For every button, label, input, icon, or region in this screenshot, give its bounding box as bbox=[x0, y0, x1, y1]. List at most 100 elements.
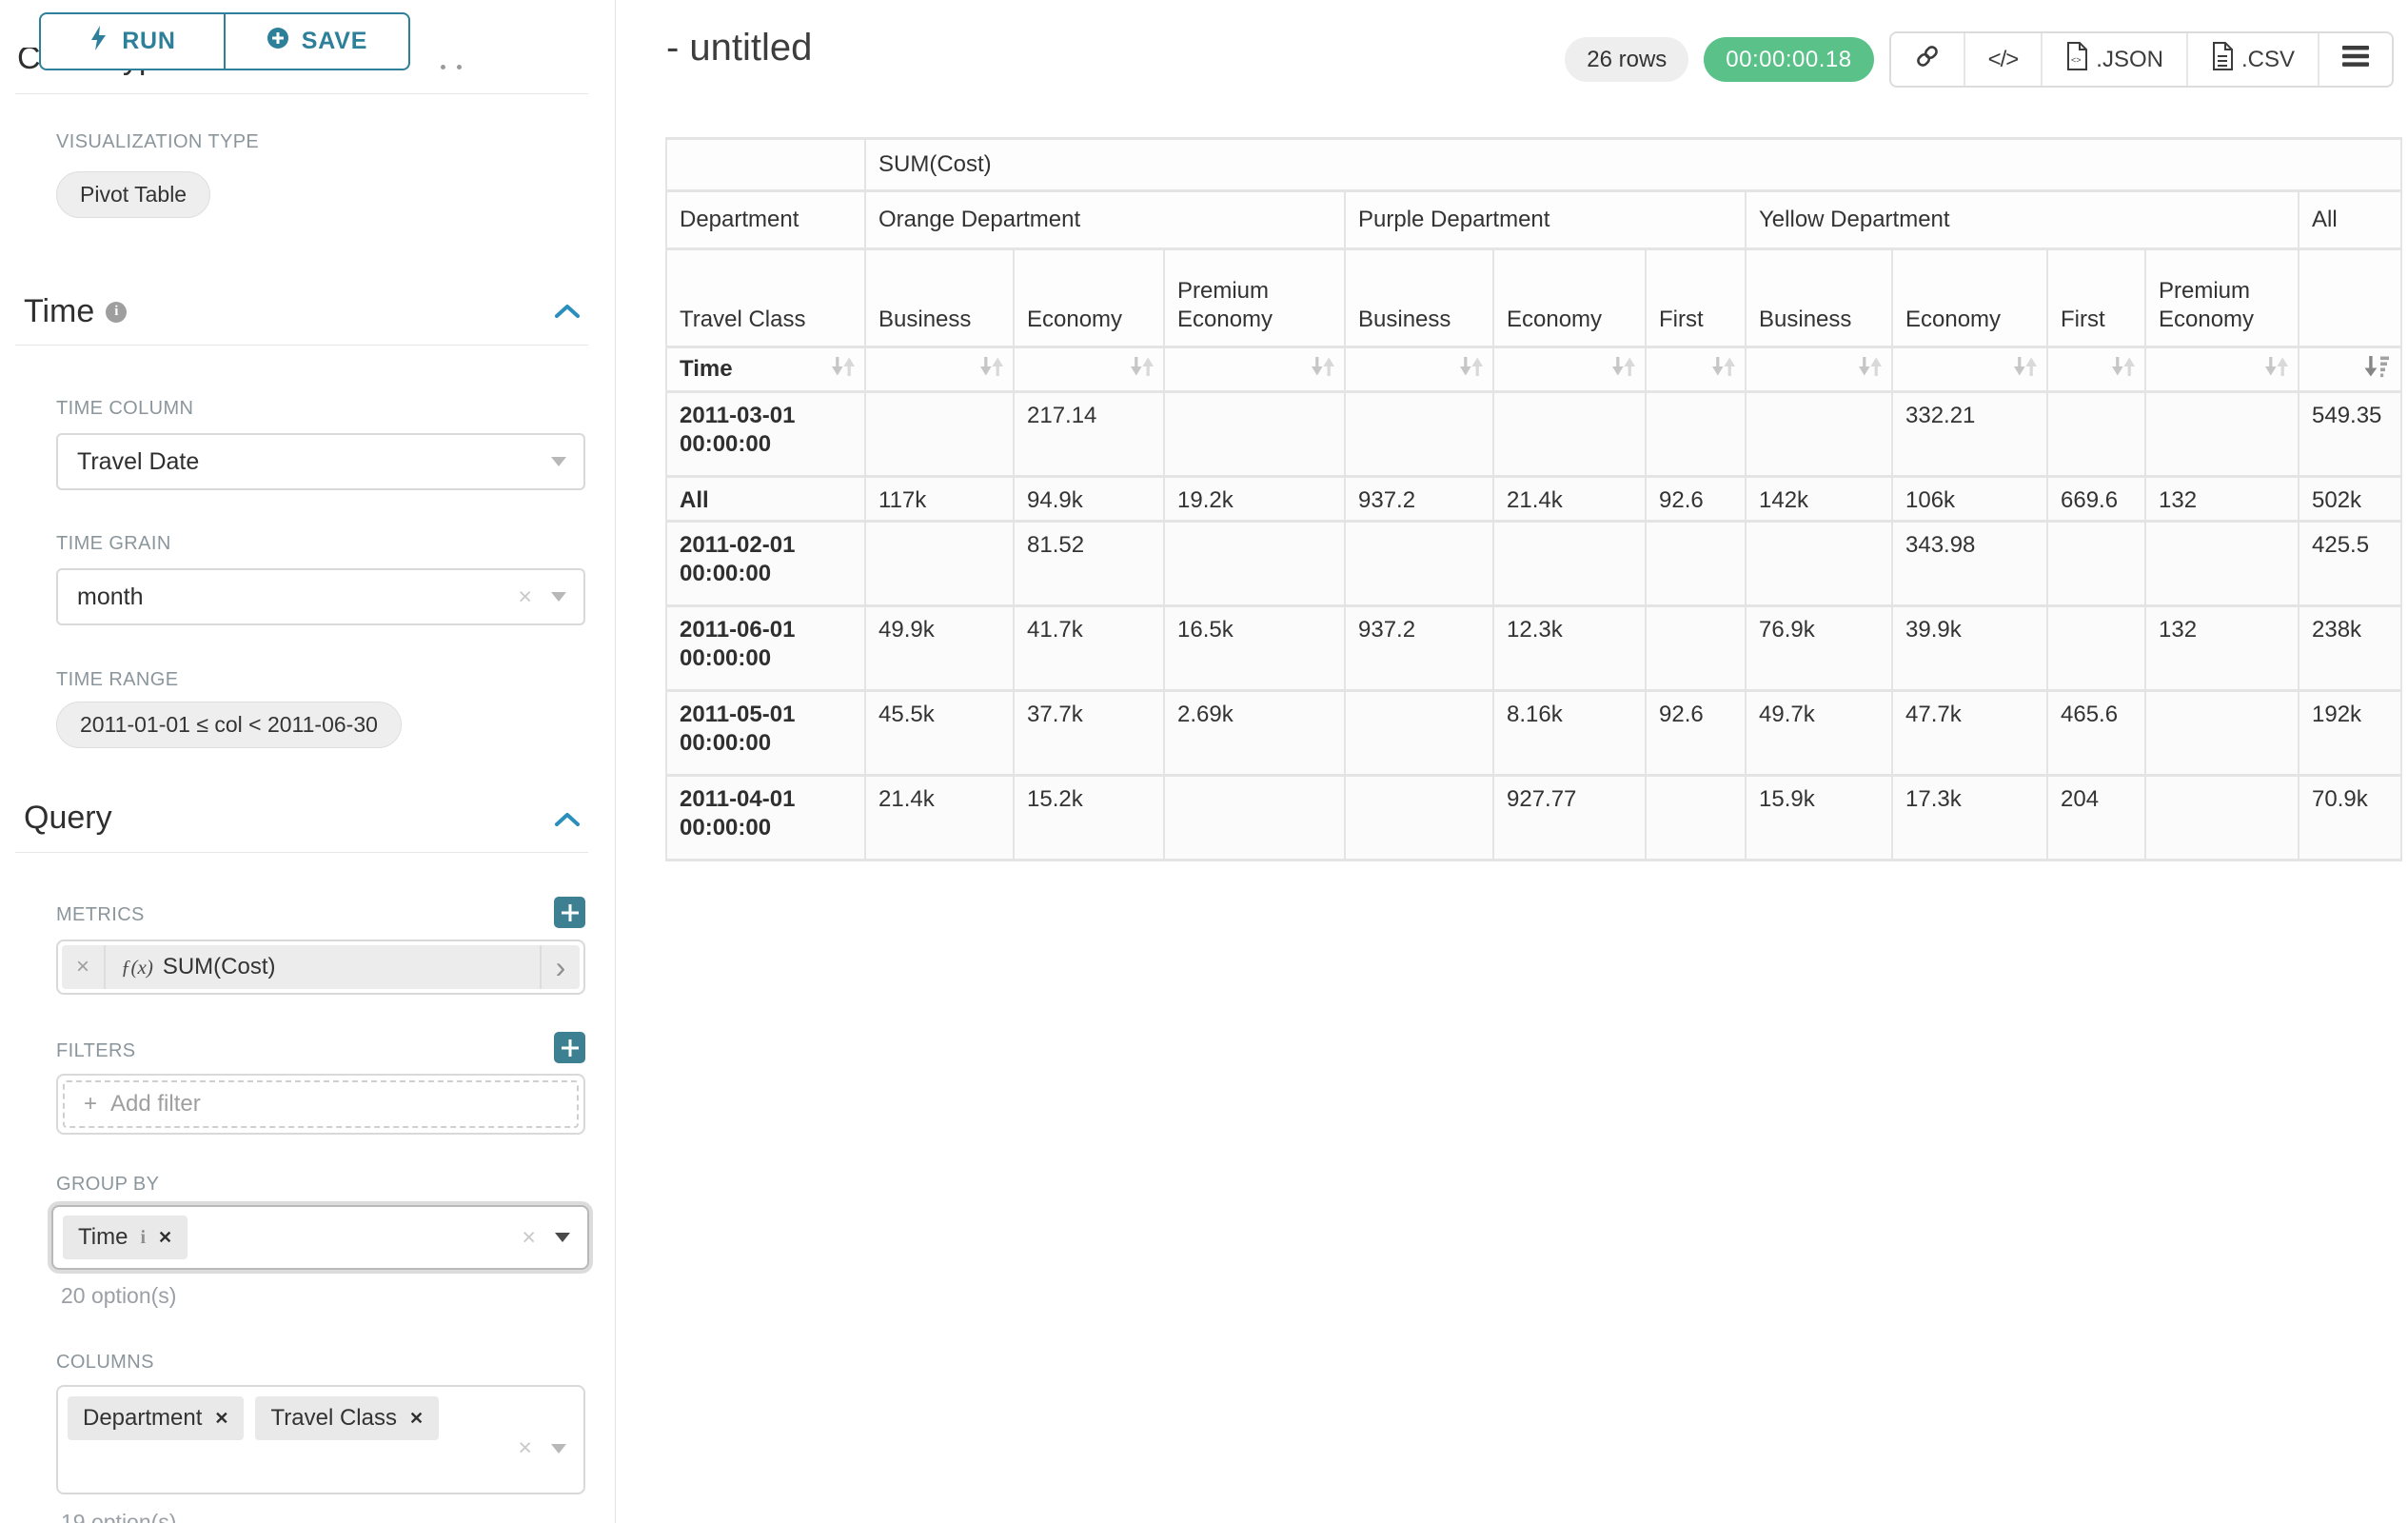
pivot-cell: 70.9k bbox=[2299, 777, 2400, 859]
sort-desc-icon[interactable] bbox=[2364, 354, 2393, 386]
sort-icon[interactable] bbox=[830, 354, 857, 386]
info-icon: i bbox=[106, 302, 127, 323]
sort-icon[interactable] bbox=[2110, 354, 2137, 386]
pivot-cell bbox=[2146, 692, 2298, 774]
remove-tag-icon[interactable]: ✕ bbox=[158, 1228, 172, 1248]
menu-button[interactable] bbox=[2318, 33, 2392, 86]
pivot-cell: 21.4k bbox=[1494, 478, 1645, 520]
function-icon: ƒ(x) bbox=[121, 956, 153, 979]
column-sort-header[interactable] bbox=[1346, 348, 1492, 390]
add-metric-button[interactable] bbox=[554, 897, 585, 928]
divider bbox=[15, 852, 588, 853]
viz-type-pill[interactable]: Pivot Table bbox=[56, 171, 210, 218]
sort-icon[interactable] bbox=[2263, 354, 2290, 386]
chevron-down-icon[interactable] bbox=[551, 592, 566, 602]
remove-metric-icon[interactable]: × bbox=[62, 945, 106, 989]
time-column-label: TIME COLUMN bbox=[56, 398, 193, 420]
view-query-button[interactable]: </> bbox=[1964, 33, 2042, 86]
group-by-select[interactable]: Timei✕ × bbox=[51, 1205, 589, 1270]
pivot-cell: 192k bbox=[2299, 692, 2400, 774]
sort-icon[interactable] bbox=[1129, 354, 1155, 386]
columns-select[interactable]: Department✕Travel Class✕ × bbox=[56, 1385, 585, 1494]
chevron-down-icon[interactable] bbox=[555, 1233, 570, 1242]
clear-icon[interactable]: × bbox=[522, 1226, 536, 1250]
travel-class-header: Business bbox=[1747, 250, 1891, 346]
pivot-cell: 49.7k bbox=[1747, 692, 1891, 774]
remove-tag-icon[interactable]: ✕ bbox=[214, 1409, 228, 1429]
metric-item[interactable]: × ƒ(x) SUM(Cost) › bbox=[62, 945, 580, 989]
column-sort-header[interactable] bbox=[866, 348, 1013, 390]
pivot-cell: 937.2 bbox=[1346, 607, 1492, 689]
time-grain-select[interactable]: month × bbox=[56, 568, 585, 625]
time-range-pill[interactable]: 2011-01-01 ≤ col < 2011-06-30 bbox=[56, 702, 402, 748]
chart-title[interactable]: - untitled bbox=[666, 27, 812, 69]
save-button[interactable]: SAVE bbox=[225, 12, 410, 70]
pivot-cell: 19.2k bbox=[1165, 478, 1344, 520]
pivot-cell bbox=[866, 523, 1013, 604]
pivot-cell: 41.7k bbox=[1015, 607, 1163, 689]
department-group-header: Purple Department bbox=[1346, 192, 1745, 247]
sort-icon[interactable] bbox=[2012, 354, 2039, 386]
export-json-button[interactable]: <> .JSON bbox=[2041, 33, 2186, 86]
plus-circle-icon bbox=[266, 27, 289, 56]
pivot-cell bbox=[1747, 523, 1891, 604]
tag-pill[interactable]: Department✕ bbox=[68, 1396, 244, 1440]
row-label: 2011-04-01 00:00:00 bbox=[667, 777, 864, 859]
column-sort-header[interactable] bbox=[1165, 348, 1344, 390]
pivot-cell: 937.2 bbox=[1346, 478, 1492, 520]
code-icon: </> bbox=[1988, 47, 2019, 73]
tag-pill[interactable]: Travel Class✕ bbox=[255, 1396, 439, 1440]
travel-class-header: Premium Economy bbox=[1165, 250, 1344, 346]
pivot-cell: 12.3k bbox=[1494, 607, 1645, 689]
run-button[interactable]: RUN bbox=[39, 12, 225, 70]
sort-icon[interactable] bbox=[1857, 354, 1884, 386]
column-sort-header[interactable] bbox=[1747, 348, 1891, 390]
share-link-button[interactable] bbox=[1891, 33, 1964, 86]
sort-icon[interactable] bbox=[1710, 354, 1737, 386]
clear-icon[interactable]: × bbox=[518, 1436, 532, 1460]
remove-tag-icon[interactable]: ✕ bbox=[409, 1409, 424, 1429]
pivot-corner-cell bbox=[667, 140, 864, 189]
pivot-cell: 47.7k bbox=[1893, 692, 2046, 774]
column-sort-header[interactable] bbox=[2299, 348, 2400, 390]
time-sort-header[interactable]: Time bbox=[667, 348, 864, 390]
pivot-cell bbox=[1647, 607, 1745, 689]
sort-icon[interactable] bbox=[1610, 354, 1637, 386]
pivot-cell bbox=[2048, 393, 2144, 475]
pivot-cell bbox=[2048, 523, 2144, 604]
export-csv-button[interactable]: .CSV bbox=[2186, 33, 2318, 86]
pivot-cell: 669.6 bbox=[2048, 478, 2144, 520]
chevron-up-icon[interactable] bbox=[554, 811, 581, 833]
column-sort-header[interactable] bbox=[1647, 348, 1745, 390]
clear-icon[interactable]: × bbox=[518, 585, 532, 609]
column-sort-header[interactable] bbox=[2146, 348, 2298, 390]
chart-type-collapse-icon[interactable] bbox=[441, 65, 462, 69]
chevron-down-icon[interactable] bbox=[551, 457, 566, 466]
pivot-cell: 37.7k bbox=[1015, 692, 1163, 774]
column-sort-header[interactable] bbox=[2048, 348, 2144, 390]
time-column-select[interactable]: Travel Date bbox=[56, 433, 585, 490]
sort-icon[interactable] bbox=[978, 354, 1005, 386]
pivot-cell: 94.9k bbox=[1015, 478, 1163, 520]
column-sort-header[interactable] bbox=[1494, 348, 1645, 390]
chevron-down-icon[interactable] bbox=[551, 1444, 566, 1454]
column-sort-header[interactable] bbox=[1893, 348, 2046, 390]
pivot-cell bbox=[866, 393, 1013, 475]
add-filter-plus-button[interactable] bbox=[554, 1032, 585, 1063]
columns-options-note: 19 option(s) bbox=[61, 1510, 176, 1523]
travel-class-dimension-label: Travel Class bbox=[667, 250, 864, 346]
sort-icon[interactable] bbox=[1458, 354, 1485, 386]
time-grain-label: TIME GRAIN bbox=[56, 533, 171, 555]
pivot-cell bbox=[1165, 523, 1344, 604]
chevron-up-icon[interactable] bbox=[554, 303, 581, 325]
pivot-cell bbox=[1346, 692, 1492, 774]
sort-icon[interactable] bbox=[1310, 354, 1336, 386]
column-sort-header[interactable] bbox=[1015, 348, 1163, 390]
add-filter-button[interactable]: + Add filter bbox=[63, 1080, 579, 1128]
row-label: 2011-02-01 00:00:00 bbox=[667, 523, 864, 604]
pivot-cell: 45.5k bbox=[866, 692, 1013, 774]
tag-pill[interactable]: Timei✕ bbox=[63, 1216, 188, 1259]
pivot-cell: 117k bbox=[866, 478, 1013, 520]
pivot-cell: 49.9k bbox=[866, 607, 1013, 689]
chevron-right-icon[interactable]: › bbox=[540, 945, 580, 989]
